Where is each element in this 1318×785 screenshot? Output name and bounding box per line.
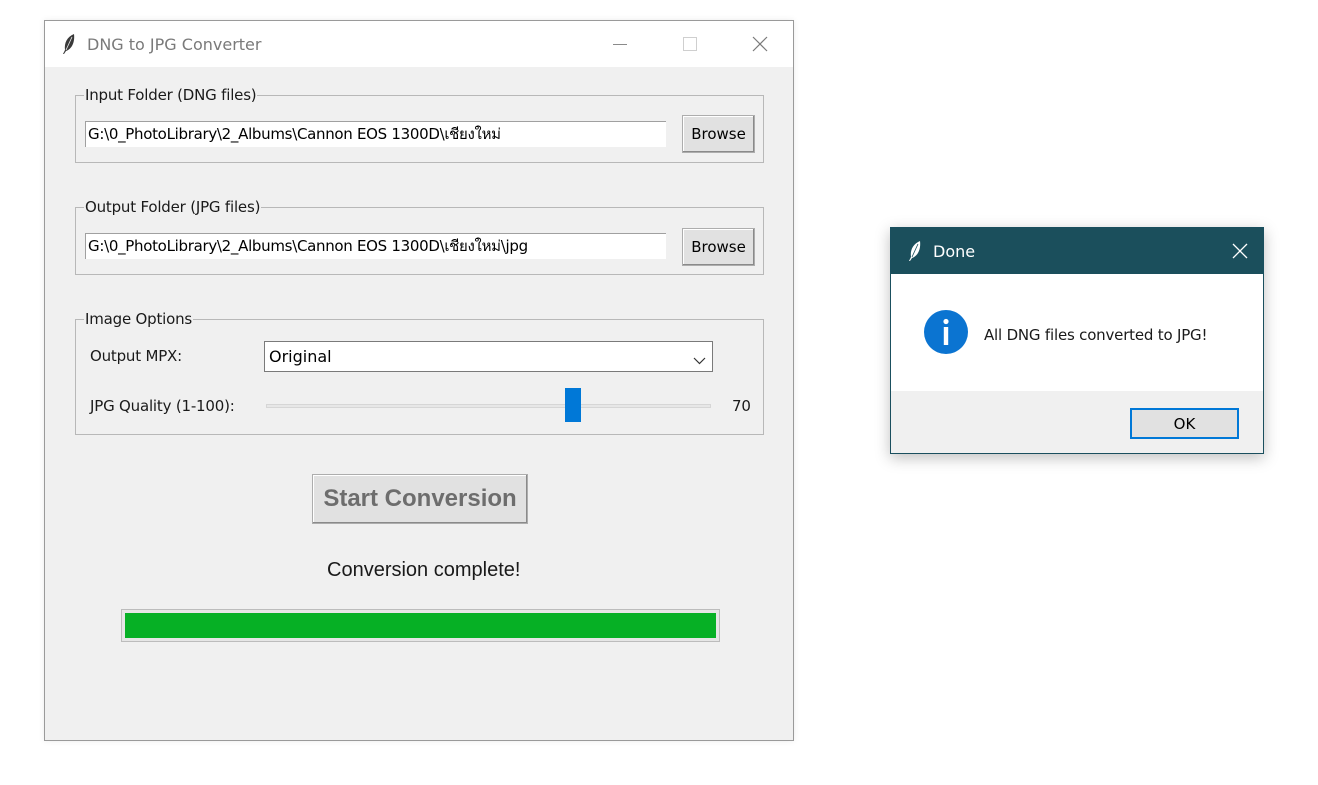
input-folder-field[interactable]: G:\0_PhotoLibrary\2_Albums\Cannon EOS 13…	[85, 121, 666, 147]
close-button[interactable]	[737, 21, 783, 67]
jpg-quality-slider-track[interactable]	[266, 404, 711, 408]
jpg-quality-slider-thumb[interactable]	[565, 388, 581, 422]
jpg-quality-label: JPG Quality (1-100):	[90, 397, 235, 415]
window-title: DNG to JPG Converter	[87, 35, 262, 54]
dialog-title: Done	[933, 242, 976, 261]
output-mpx-value: Original	[269, 347, 332, 366]
output-browse-button[interactable]: Browse	[682, 228, 755, 266]
minimize-button[interactable]	[597, 21, 643, 67]
progress-bar	[121, 609, 720, 642]
dialog-body: All DNG files converted to JPG!	[891, 274, 1263, 391]
input-folder-legend: Input Folder (DNG files)	[85, 86, 257, 104]
dialog-close-button[interactable]	[1217, 228, 1263, 274]
image-options-group: Image Options	[75, 310, 764, 435]
output-mpx-label: Output MPX:	[90, 347, 182, 365]
main-window: DNG to JPG Converter Input Folder (DNG f…	[44, 20, 794, 741]
dialog-footer: OK	[891, 391, 1263, 453]
progress-fill	[125, 613, 716, 638]
dialog-message: All DNG files converted to JPG!	[984, 326, 1208, 344]
chevron-down-icon	[693, 352, 706, 370]
image-options-legend: Image Options	[85, 310, 193, 328]
dialog-titlebar[interactable]: Done	[891, 228, 1263, 274]
start-conversion-button[interactable]: Start Conversion	[312, 474, 528, 524]
close-icon	[1232, 243, 1248, 259]
output-folder-field[interactable]: G:\0_PhotoLibrary\2_Albums\Cannon EOS 13…	[85, 233, 666, 259]
status-text: Conversion complete!	[327, 559, 521, 581]
output-folder-legend: Output Folder (JPG files)	[85, 198, 261, 216]
info-icon	[923, 309, 969, 355]
feather-icon	[907, 240, 923, 262]
titlebar[interactable]: DNG to JPG Converter	[45, 21, 793, 67]
maximize-button[interactable]	[667, 21, 713, 67]
input-browse-button[interactable]: Browse	[682, 115, 755, 153]
ok-button[interactable]: OK	[1130, 408, 1239, 439]
output-mpx-select[interactable]: Original	[264, 341, 713, 372]
done-dialog: Done All DNG files converted to JPG! OK	[890, 227, 1264, 454]
jpg-quality-value: 70	[732, 397, 751, 415]
feather-icon	[61, 33, 77, 55]
